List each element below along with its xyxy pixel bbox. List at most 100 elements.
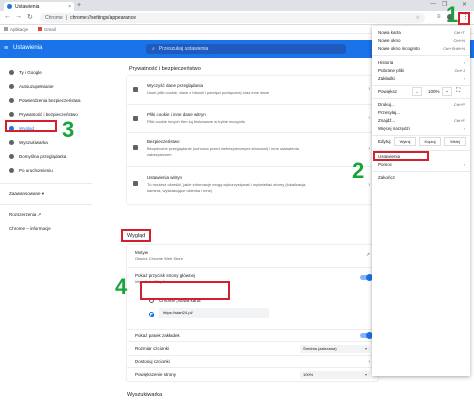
menu-divider [372, 135, 470, 136]
sidebar-item-default-browser[interactable]: Domyślna przeglądarka [0, 150, 92, 163]
menu-print[interactable]: Drukuj... [378, 102, 395, 107]
autofill-icon [9, 84, 14, 89]
star-icon[interactable]: ☆ [416, 15, 420, 21]
zoom-out-button[interactable]: – [412, 87, 422, 96]
external-link-icon: ↗ [365, 252, 370, 258]
settings-favicon-icon [7, 4, 12, 9]
bookmarks-bar-row[interactable]: Pokaż pasek zakładek [127, 329, 378, 341]
highlight-menu-button [458, 12, 470, 25]
shield-check-icon [9, 98, 14, 103]
highlight-home-url [140, 281, 230, 300]
address-bar[interactable]: Chrome | chrome://settings/appearance ☆ [40, 13, 425, 23]
reload-icon[interactable]: ↻ [27, 13, 33, 21]
menu-bookmarks[interactable]: Zakładki [378, 76, 395, 81]
menu-help[interactable]: Pomoc [378, 162, 392, 167]
sidebar-item-you-and-google[interactable]: Ty i Google [0, 66, 92, 79]
home-url-input[interactable]: https://start24.pl/ [159, 308, 269, 318]
chevron-down-icon: ▾ [41, 191, 45, 196]
menu-zoom-value: 100% [428, 89, 440, 94]
gmail-icon [38, 27, 43, 32]
security-row[interactable]: Bezpieczeństwo Bezpieczne przeglądanie (… [127, 132, 378, 166]
copy-button[interactable]: Kopiuj [419, 137, 441, 146]
tab-close-icon[interactable]: × [68, 4, 71, 10]
sidebar-about-chrome[interactable]: Chrome – informacje [9, 226, 51, 231]
menu-history[interactable]: Historia [378, 60, 393, 65]
sidebar-advanced[interactable]: Zaawansowane ▾ [9, 191, 44, 197]
sidebar-item-search-engine[interactable]: Wyszukiwarka [0, 136, 92, 149]
minimize-icon[interactable]: — [430, 1, 436, 7]
clear-browsing-data-row[interactable]: Wyczyść dane przeglądania Usuń pliki coo… [127, 76, 378, 104]
chevron-right-icon: › [368, 86, 370, 92]
person-icon [9, 70, 14, 75]
chevron-right-icon: › [368, 182, 370, 188]
omnibox-separator: | [65, 15, 68, 21]
home-button-toggle[interactable] [360, 274, 373, 281]
menu-new-window[interactable]: Nowe okno [378, 38, 401, 43]
shortcut-find: Ctrl+F [454, 118, 465, 123]
paste-button[interactable]: Wklej [444, 137, 466, 146]
chevron-right-icon: › [463, 162, 465, 167]
back-icon[interactable]: ← [4, 13, 11, 20]
menu-cast[interactable]: Przesyłaj... [378, 110, 400, 115]
omnibox-url: chrome://settings/appearance [70, 15, 136, 21]
menu-find[interactable]: Znajdź... [378, 118, 395, 123]
page-zoom-row: Powiększenie strony 100% [127, 367, 378, 381]
page-zoom-select[interactable]: 100% [300, 371, 370, 379]
bookmarks-bar-toggle[interactable] [360, 332, 373, 339]
font-size-select[interactable]: Średnia (zalecana) [300, 345, 370, 353]
menu-downloads[interactable]: Pobrane pliki [378, 68, 404, 73]
sidebar-item-safety-check[interactable]: Potwierdzenia bezpieczeństwa [0, 94, 92, 107]
search-input[interactable]: ⌕ Przeszukaj ustawienia [146, 44, 346, 54]
shield-icon [9, 112, 14, 117]
customize-fonts-row[interactable]: Dostosuj czcionki › [127, 355, 378, 367]
chevron-right-icon: › [463, 126, 465, 131]
shield-icon [133, 145, 138, 150]
page-title: Ustawienia [13, 45, 43, 51]
radio-custom-url[interactable] [149, 312, 154, 317]
hamburger-icon[interactable]: ≡ [4, 45, 8, 52]
menu-divider [372, 55, 470, 56]
menu-divider [372, 85, 470, 86]
sidebar-item-autofill[interactable]: Autouzupełnianie [0, 80, 92, 93]
menu-divider [372, 171, 470, 172]
cut-button[interactable]: Wytnij [394, 137, 416, 146]
sidebar-divider [0, 204, 92, 205]
step-number-3: 3 [62, 117, 75, 142]
bookmark-gmail[interactable]: Gmail [38, 27, 56, 32]
tab-title: Ustawienia [15, 3, 40, 10]
privacy-section-title: Prywatność i bezpieczeństwo [129, 66, 201, 72]
bookmark-apps[interactable]: Aplikacje [4, 27, 28, 32]
cookies-row[interactable]: Pliki cookie i inne dane witryn Pliki co… [127, 104, 378, 132]
shortcut-new-window: Ctrl+N [453, 38, 465, 43]
site-settings-row[interactable]: Ustawienia witryn Tu możesz określić, ja… [127, 166, 378, 204]
chevron-right-icon: › [368, 115, 370, 121]
shortcut-print: Ctrl+P [453, 102, 465, 107]
menu-new-tab[interactable]: Nowa karta [378, 30, 401, 35]
appearance-card: Motyw Otwórz Chrome Web Store ↗ Pokaż pr… [127, 245, 378, 381]
shortcut-new-tab: Ctrl+T [454, 30, 465, 35]
privacy-card: Wyczyść dane przeglądania Usuń pliki coo… [127, 76, 378, 204]
menu-incognito[interactable]: Nowe okno incognito [378, 46, 420, 51]
themes-row[interactable]: Motyw Otwórz Chrome Web Store ↗ [127, 245, 378, 267]
cookie-icon [133, 116, 138, 121]
chevron-right-icon: › [463, 60, 465, 65]
menu-zoom-label: Powiększ [378, 89, 398, 94]
chevron-right-icon: › [368, 359, 370, 365]
sidebar-item-on-startup[interactable]: Po uruchomieniu [0, 164, 92, 177]
menu-exit[interactable]: Zakończ [378, 175, 395, 180]
step-number-1: 1 [446, 2, 459, 27]
extensions-icon[interactable]: ≡ [437, 14, 441, 20]
menu-more-tools[interactable]: Więcej narzędzi [378, 126, 410, 131]
trash-icon [133, 87, 138, 92]
new-tab-button[interactable]: + [77, 2, 81, 9]
forward-icon[interactable]: → [15, 13, 22, 20]
apps-icon [4, 27, 8, 32]
fullscreen-icon[interactable]: ⛶ [456, 88, 460, 95]
external-link-icon: ↗ [37, 212, 42, 217]
zoom-in-button[interactable]: + [442, 87, 452, 96]
search-engine-section-title: Wyszukiwarka [127, 392, 163, 398]
chevron-right-icon: › [463, 76, 465, 81]
sidebar-extensions[interactable]: Rozszerzenia ↗ [9, 212, 41, 218]
close-window-icon[interactable]: ✕ [462, 1, 467, 8]
browser-tab[interactable]: Ustawienia × [4, 2, 74, 11]
